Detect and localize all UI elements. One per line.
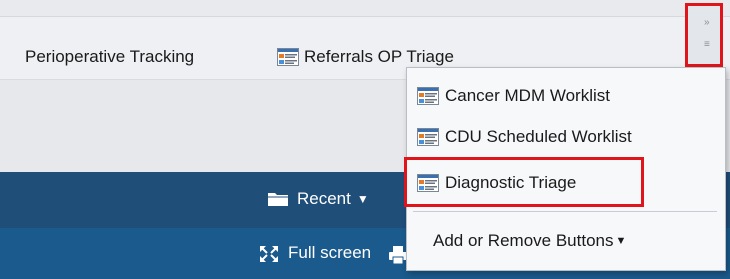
highlight-box [404,157,644,207]
add-or-remove-buttons[interactable]: Add or Remove Buttons ▼ [433,228,626,254]
folder-icon [267,190,289,208]
full-screen-label: Full screen [288,243,372,262]
recent-button[interactable]: Recent ▼ [267,189,369,209]
menu-item-label: CDU Scheduled Worklist [445,127,632,146]
worklist-icon [417,87,439,105]
menu-item-cancer-mdm-worklist[interactable]: Cancer MDM Worklist [417,82,610,110]
menu-divider [413,211,717,212]
full-screen-button[interactable]: Full screen [258,243,371,263]
overflow-lines-icon: ≡ [704,39,710,50]
toolbar-overflow-button[interactable]: » ≡ [685,3,723,67]
top-strip [0,0,730,17]
toolbar-item-label: Perioperative Tracking [25,47,195,66]
caret-down-icon: ▼ [615,235,627,247]
toolbar-item-referrals-op-triage[interactable]: Referrals OP Triage [277,45,454,69]
recent-label: Recent [297,189,351,208]
worklist-icon [417,128,439,146]
menu-item-label: Cancer MDM Worklist [445,86,610,105]
print-icon[interactable] [388,245,408,265]
chevron-overflow-icon: » [704,17,710,28]
expand-icon [258,244,280,262]
caret-down-icon: ▼ [356,192,369,206]
add-or-remove-buttons-label: Add or Remove Buttons [433,231,614,250]
menu-item-cdu-scheduled-worklist[interactable]: CDU Scheduled Worklist [417,123,632,151]
worklist-icon [277,48,299,66]
toolbar-item-label: Referrals OP Triage [304,47,454,66]
toolbar-overflow-menu: Cancer MDM Worklist CDU Scheduled Workli… [404,67,726,271]
toolbar-item-perioperative-tracking[interactable]: Perioperative Tracking [25,45,194,69]
